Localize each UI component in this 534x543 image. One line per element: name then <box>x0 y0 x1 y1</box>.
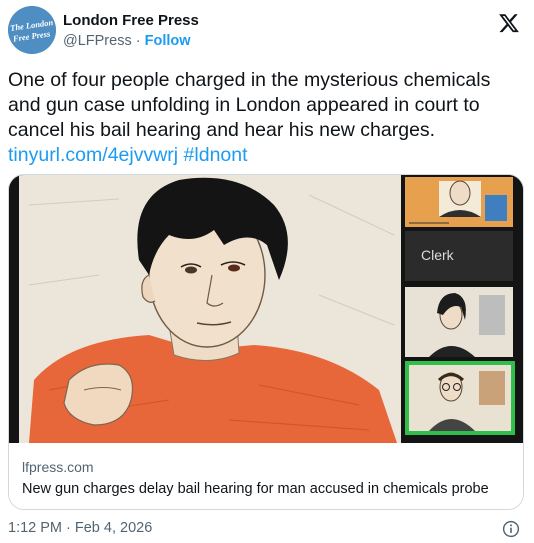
handle-line: @LFPress · Follow <box>63 33 191 49</box>
card-image[interactable]: Clerk <box>9 175 523 443</box>
link-card[interactable]: Clerk lfpress.com New gun charges delay … <box>8 174 524 510</box>
tweet-link[interactable]: tinyurl.com/4ejvvwrj <box>8 144 178 166</box>
tweet-body: One of four people charged in the myster… <box>8 69 491 141</box>
avatar[interactable]: The London Free Press <box>8 6 56 54</box>
separator: · <box>131 33 145 49</box>
sketch-clerk-label: Clerk <box>421 247 455 263</box>
card-footer[interactable]: lfpress.com New gun charges delay bail h… <box>9 443 523 509</box>
follow-button[interactable]: Follow <box>145 33 191 49</box>
avatar-image: The London Free Press <box>8 6 56 54</box>
x-logo-icon[interactable] <box>498 12 520 34</box>
tweet-header: The London Free Press London Free Press … <box>8 6 526 56</box>
card-domain: lfpress.com <box>22 459 94 475</box>
card-title[interactable]: New gun charges delay bail hearing for m… <box>22 481 489 497</box>
handle[interactable]: @LFPress <box>63 33 132 49</box>
display-name[interactable]: London Free Press <box>63 12 199 29</box>
tweet-text: One of four people charged in the myster… <box>8 68 518 168</box>
court-sketch-image: Clerk <box>9 175 523 443</box>
timestamp[interactable]: 1:12 PM · Feb 4, 2026 <box>8 520 152 536</box>
info-icon[interactable] <box>502 520 520 538</box>
hashtag-link[interactable]: #ldnont <box>184 144 248 166</box>
